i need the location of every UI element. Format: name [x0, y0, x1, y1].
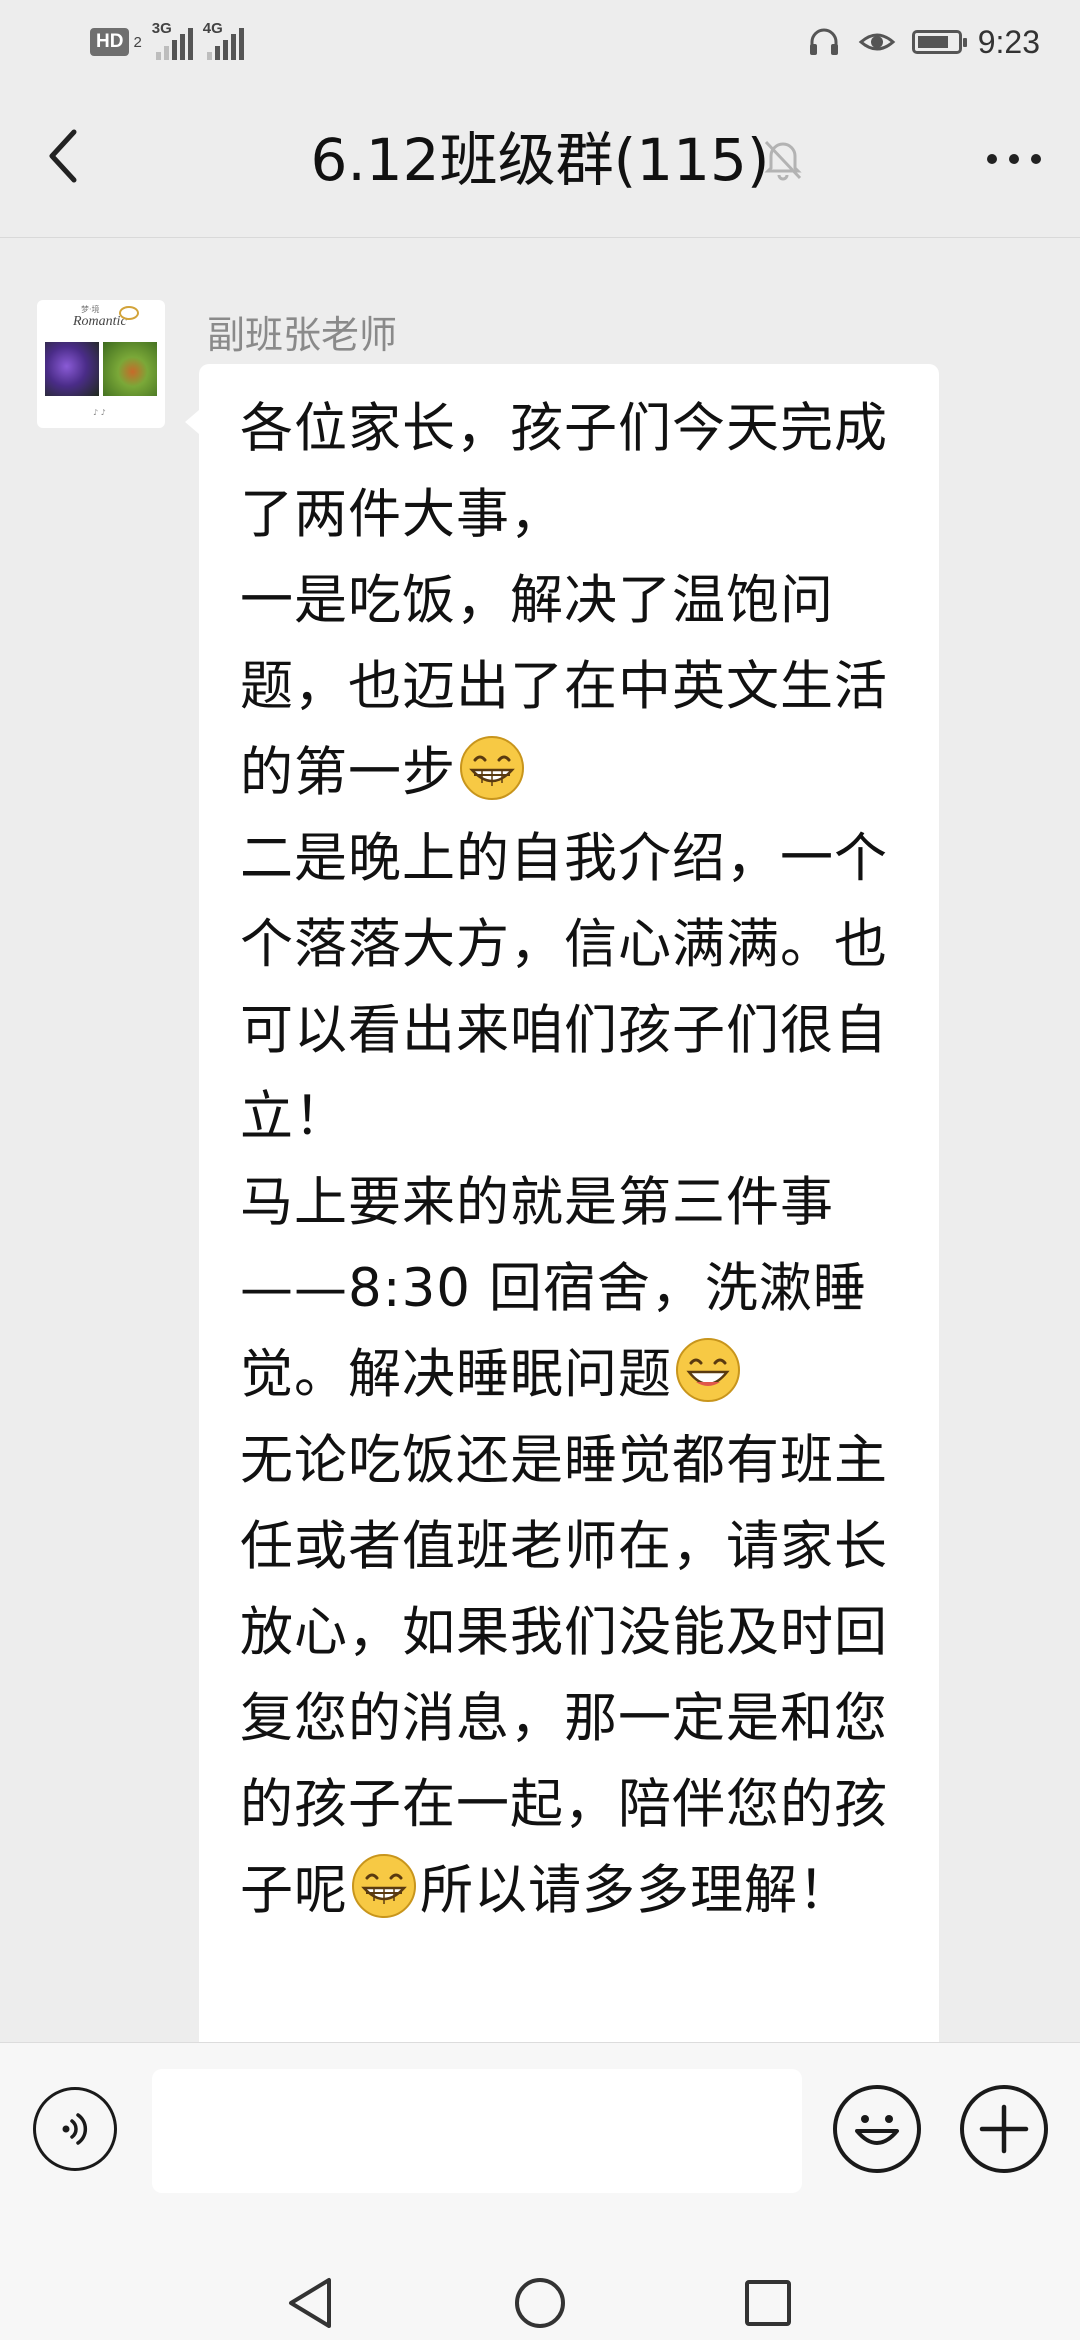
- emoji-icon: [855, 2115, 899, 2145]
- message-paragraph: 二是晚上的自我介绍，一个个落落大方，信心满满。也可以看出来咱们孩子们很自立！: [240, 828, 888, 1147]
- chat-area[interactable]: 梦·境 Romantic ♪ ♪ 副班张老师 各位家长，孩子们今天完成了两件大事…: [0, 238, 1080, 2042]
- sender-name: 副班张老师: [207, 313, 398, 357]
- avatar-ring: [119, 306, 139, 320]
- net1-label: 3G: [151, 20, 172, 37]
- status-bar: HD 2 3G 4G 9:23: [0, 0, 1080, 84]
- grin-emoji-icon: [460, 736, 524, 800]
- avatar-photo-snail: [103, 342, 157, 396]
- message-input[interactable]: [152, 2069, 802, 2193]
- nav-recents-icon: [745, 2280, 791, 2326]
- message-bubble[interactable]: 各位家长，孩子们今天完成了两件大事， 一是吃饭，解决了温饱问题，也迈出了在中英文…: [185, 364, 939, 2042]
- status-left: HD 2 3G 4G: [90, 20, 244, 62]
- nav-back-icon: [289, 2278, 331, 2328]
- status-right: 9:23: [806, 18, 1040, 66]
- grin-emoji-icon: [352, 1854, 416, 1918]
- system-nav-bar: [0, 2266, 1080, 2340]
- headset-icon: [809, 28, 838, 55]
- message-paragraph: 无论吃饭还是睡觉都有班主任或者值班老师在，请家长放心，如果我们没能及时回复您的消…: [240, 1430, 888, 1921]
- hd-badge: HD: [90, 28, 130, 56]
- voice-icon: [62, 2113, 88, 2145]
- battery-icon: [911, 30, 967, 54]
- eye-icon: [858, 33, 895, 51]
- avatar-word: Romantic: [73, 314, 127, 329]
- plus-button[interactable]: [960, 2085, 1048, 2173]
- bell-muted-icon: [764, 140, 802, 181]
- message-paragraph: 马上要来的就是第三件事——8:30 回宿舍，洗漱睡觉。解决睡眠问题: [240, 1172, 867, 1405]
- avatar-photo-flower: [45, 342, 99, 396]
- message-text: 各位家长，孩子们今天完成了两件大事， 一是吃饭，解决了温饱问题，也迈出了在中英文…: [240, 386, 930, 1934]
- plus-icon: [979, 2104, 1029, 2154]
- smile-emoji-icon: [676, 1338, 740, 1402]
- net2-label: 4G: [202, 20, 223, 37]
- nav-home-icon: [515, 2278, 565, 2328]
- nav-home-button[interactable]: [500, 2266, 580, 2340]
- nav-recents-button[interactable]: [728, 2266, 808, 2340]
- nav-back-button[interactable]: [270, 2266, 350, 2340]
- avatar-footer: ♪ ♪: [93, 408, 106, 417]
- input-bar: [0, 2042, 1080, 2267]
- message-paragraph: 一是吃饭，解决了温饱问题，也迈出了在中英文生活的第一步: [240, 570, 888, 803]
- hd-sub: 2: [133, 33, 142, 51]
- clock: 9:23: [977, 23, 1040, 60]
- signal-3g-icon: 3G: [152, 20, 193, 60]
- message-paragraph: 各位家长，孩子们今天完成了两件大事，: [240, 398, 888, 545]
- chat-title: 6.12班级群(115): [310, 126, 770, 194]
- signal-4g-icon: 4G: [203, 20, 244, 60]
- more-dots-icon: [987, 154, 1041, 164]
- more-button[interactable]: [974, 124, 1054, 194]
- emoji-button[interactable]: [833, 2085, 921, 2173]
- voice-button[interactable]: [33, 2087, 117, 2171]
- chat-header: 6.12班级群(115): [0, 84, 1080, 238]
- avatar[interactable]: 梦·境 Romantic ♪ ♪: [37, 300, 165, 428]
